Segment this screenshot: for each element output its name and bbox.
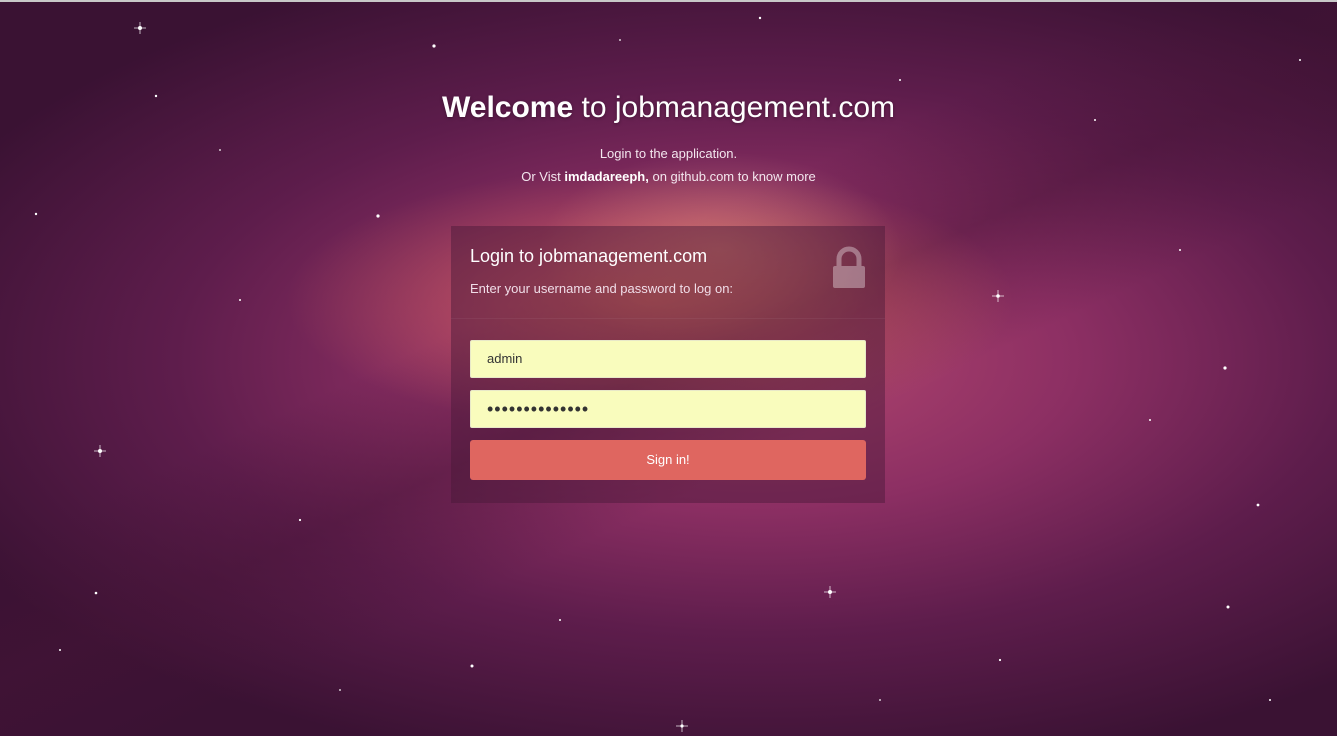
visit-suffix: on github.com to know more — [648, 169, 816, 184]
username-field[interactable]: admin — [470, 340, 866, 378]
login-title: Login to jobmanagement.com — [470, 246, 708, 266]
subtitle-line-1: Login to the application. — [599, 146, 738, 161]
login-panel-header: Login to jobmanagement.com Enter your us… — [451, 226, 885, 319]
title-rest: to jobmanagement.com — [573, 91, 895, 124]
github-username: imdadareeph, — [564, 169, 649, 184]
subtitle-line-2: Or Vist imdadareeph, on github.com to kn… — [0, 165, 1337, 188]
password-field[interactable]: •••••••••••••• — [470, 390, 866, 428]
login-panel: Login to jobmanagement.com Enter your us… — [451, 226, 885, 503]
title-strong: Welcome — [441, 91, 574, 124]
subtitle: Login to the application. Or Vist imdada… — [0, 142, 1337, 188]
lock-icon — [833, 246, 865, 288]
welcome-header: Welcome to jobmanagement.com Login to th… — [0, 88, 1337, 188]
page-title: Welcome to jobmanagement.com — [0, 88, 1337, 128]
login-description: Enter your username and password to log … — [470, 281, 734, 296]
sign-in-button[interactable]: Sign in! — [470, 440, 866, 480]
visit-prefix: Or Vist — [521, 169, 565, 184]
